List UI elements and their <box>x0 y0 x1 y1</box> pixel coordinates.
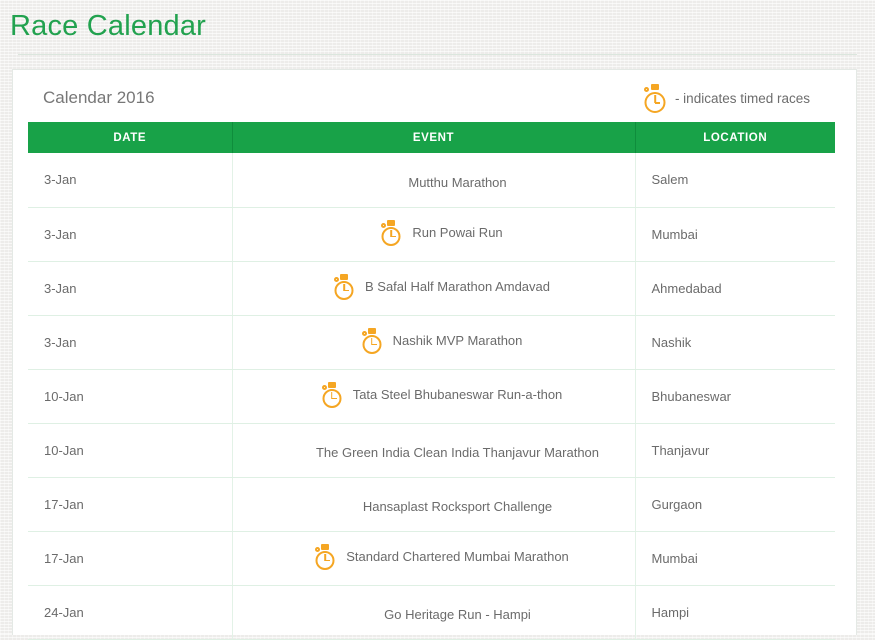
page-header: Race Calendar <box>0 0 875 44</box>
cell-date: 3-Jan <box>28 207 233 262</box>
location-label: Ahmedabad <box>651 280 722 296</box>
table-row[interactable]: 10-Jan The Green India Clean India Thanja… <box>28 423 835 478</box>
event-label: The Green India Clean India Thanjavur Ma… <box>315 444 600 460</box>
cell-location: Mumbai <box>635 207 835 262</box>
table-head: DATE EVENT LOCATION <box>28 122 835 153</box>
table-row[interactable]: 3-Jan Mutthu Marathon Salem <box>28 153 835 208</box>
card-header: Calendar 2016 - indicates timed races <box>13 70 856 122</box>
date-label: 3-Jan <box>44 280 77 296</box>
cell-location: Thanjavur <box>635 423 835 478</box>
cell-event: Standard Chartered Mumbai Marathon <box>232 531 636 586</box>
location-label: Mumbai <box>651 226 698 242</box>
location-label: Nashik <box>651 334 692 350</box>
stopwatch-icon <box>314 543 336 570</box>
cell-date: 10-Jan <box>28 369 233 424</box>
date-label: 17-Jan <box>44 496 84 512</box>
cell-location: Gurgaon <box>635 477 835 532</box>
cell-event: Go Heritage Run - Hampi <box>232 585 636 640</box>
table-row[interactable]: 24-Jan Go Heritage Run - Hampi Hampi <box>28 585 835 640</box>
timed-race-indicator <box>314 543 336 570</box>
timed-race-indicator <box>321 381 343 408</box>
column-header-date[interactable]: DATE <box>28 122 233 153</box>
cell-event: Hansaplast Rocksport Challenge <box>232 477 636 532</box>
timed-race-indicator <box>380 219 402 246</box>
cell-event: Run Powai Run <box>232 207 636 262</box>
race-calendar-table: DATE EVENT LOCATION 3-Jan Mutthu Marathon… <box>28 122 835 640</box>
date-label: 10-Jan <box>44 442 84 458</box>
column-header-event[interactable]: EVENT <box>232 122 636 153</box>
stopwatch-icon <box>321 381 343 408</box>
location-label: Mumbai <box>651 550 698 566</box>
table-row[interactable]: 10-Jan Tata Steel Bhubaneswar Run-a-thon B… <box>28 369 835 424</box>
cell-date: 17-Jan <box>28 477 233 532</box>
location-label: Bhubaneswar <box>651 388 732 404</box>
title-divider <box>18 54 857 55</box>
cell-event: Nashik MVP Marathon <box>232 315 636 370</box>
stopwatch-icon <box>333 273 355 300</box>
cell-date: 3-Jan <box>28 261 233 316</box>
cell-location: Mumbai <box>635 531 835 586</box>
event-label: Run Powai Run <box>412 225 503 240</box>
location-label: Gurgaon <box>651 496 703 512</box>
cell-location: Bhubaneswar <box>635 369 835 424</box>
column-header-location[interactable]: LOCATION <box>635 122 835 153</box>
timed-race-indicator <box>333 273 355 300</box>
cell-event: Mutthu Marathon <box>232 153 636 208</box>
date-label: 17-Jan <box>44 550 84 566</box>
location-label: Salem <box>651 172 689 188</box>
event-label: Nashik MVP Marathon <box>392 333 523 348</box>
event-label: B Safal Half Marathon Amdavad <box>365 279 550 294</box>
page-title: Race Calendar <box>10 10 207 42</box>
stopwatch-icon <box>643 84 667 113</box>
table-row[interactable]: 3-Jan B Safal Half Marathon Amdavad Ahmeda… <box>28 261 835 316</box>
stopwatch-icon <box>361 327 383 354</box>
calendar-subtitle: Calendar 2016 <box>43 88 155 107</box>
table-row[interactable]: 17-Jan Hansaplast Rocksport Challenge Gurg… <box>28 477 835 532</box>
event-label: Tata Steel Bhubaneswar Run-a-thon <box>352 387 563 402</box>
legend-label: - indicates timed races <box>674 90 810 106</box>
event-label: Go Heritage Run - Hampi <box>384 606 531 622</box>
timed-races-legend: - indicates timed races <box>643 84 834 113</box>
date-label: 24-Jan <box>44 604 84 620</box>
cell-date: 17-Jan <box>28 531 233 586</box>
cell-date: 3-Jan <box>28 315 233 370</box>
cell-location: Salem <box>635 153 835 208</box>
table-body: 3-Jan Mutthu Marathon Salem 3-Jan Run Powai … <box>28 153 835 640</box>
table-row[interactable]: 17-Jan Standard Chartered Mumbai Marathon… <box>28 531 835 586</box>
cell-event: The Green India Clean India Thanjavur Ma… <box>232 423 636 478</box>
date-label: 3-Jan <box>44 172 77 188</box>
table-row[interactable]: 3-Jan Run Powai Run Mumbai <box>28 207 835 262</box>
table-row[interactable]: 3-Jan Nashik MVP Marathon Nashik <box>28 315 835 370</box>
location-label: Thanjavur <box>651 442 710 458</box>
event-label: Mutthu Marathon <box>408 174 507 190</box>
event-label: Hansaplast Rocksport Challenge <box>362 498 553 514</box>
cell-event: B Safal Half Marathon Amdavad <box>232 261 636 316</box>
table-header-row: DATE EVENT LOCATION <box>28 122 835 153</box>
event-label: Standard Chartered Mumbai Marathon <box>346 549 569 564</box>
cell-date: 10-Jan <box>28 423 233 478</box>
date-label: 10-Jan <box>44 388 84 404</box>
cell-event: Tata Steel Bhubaneswar Run-a-thon <box>232 369 636 424</box>
cell-date: 24-Jan <box>28 585 233 640</box>
cell-location: Ahmedabad <box>635 261 835 316</box>
cell-location: Nashik <box>635 315 835 370</box>
timed-race-indicator <box>361 327 383 354</box>
date-label: 3-Jan <box>44 226 77 242</box>
cell-location: Hampi <box>635 585 835 640</box>
stopwatch-icon <box>380 219 402 246</box>
location-label: Hampi <box>651 604 690 620</box>
calendar-card: Calendar 2016 - indicates timed races DA… <box>12 69 857 640</box>
date-label: 3-Jan <box>44 334 77 350</box>
cell-date: 3-Jan <box>28 153 233 208</box>
